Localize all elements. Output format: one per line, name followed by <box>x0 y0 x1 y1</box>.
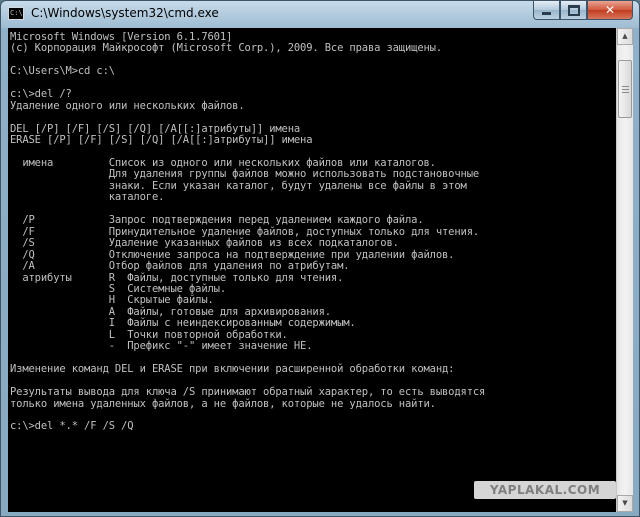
minimize-button[interactable] <box>533 1 560 20</box>
title-bar[interactable]: C:\ C:\Windows\system32\cmd.exe ✕ <box>1 1 639 28</box>
cmd-app-icon[interactable]: C:\ <box>8 7 24 20</box>
scroll-up-button[interactable]: ▲ <box>617 28 633 45</box>
maximize-button[interactable] <box>560 1 587 20</box>
grip-icon <box>622 86 629 87</box>
arrow-down-icon: ▼ <box>622 499 628 507</box>
console-line: - Префикс "-" имеет значение НЕ. <box>10 340 313 353</box>
console-line: Изменение команд DEL и ERASE при включен… <box>10 363 455 376</box>
grip-icon <box>622 89 629 90</box>
console-line: ERASE [/P] [/F] [/S] [/Q] [/A[[:]атрибут… <box>10 134 313 147</box>
console-line: Результаты вывода для ключа /S принимают… <box>10 386 486 399</box>
window-title: C:\Windows\system32\cmd.exe <box>31 6 219 20</box>
console-line: DEL [/P] [/F] [/S] [/Q] [/A[[:]атрибуты]… <box>10 122 301 135</box>
console-line: c:\>del *.* /F /S /Q <box>10 420 134 433</box>
console-line: атрибуты R Файлы, доступные только для ч… <box>10 271 344 284</box>
grip-icon <box>622 92 629 93</box>
console-line: S Системные файлы. <box>10 282 227 295</box>
console-line: имена Список из одного или нескольких фа… <box>10 156 436 169</box>
console-line: L Точки повторной обработки. <box>10 328 288 341</box>
scroll-thumb[interactable] <box>618 60 632 118</box>
console-line: C:\Users\M>cd c:\ <box>10 65 115 78</box>
console-line: только имена удаленных файлов, а не файл… <box>10 397 436 410</box>
console-line: /P Запрос подтверждения перед удалением … <box>10 214 424 227</box>
console-text: Microsoft Windows [Version 6.1.7601] (c)… <box>8 28 616 433</box>
minimize-icon <box>542 11 551 15</box>
caption-buttons: ✕ <box>533 1 633 21</box>
arrow-up-icon: ▲ <box>622 32 628 40</box>
console-line: Microsoft Windows [Version 6.1.7601] <box>10 31 233 43</box>
vertical-scrollbar[interactable]: ▲ ▼ <box>616 28 633 512</box>
console-line: c:\>del /? <box>10 88 72 101</box>
console-line: H Скрытые файлы. <box>10 294 214 307</box>
console-line: I Файлы с неиндексированным содержимым. <box>10 317 356 330</box>
console-line: (c) Корпорация Майкрософт (Microsoft Cor… <box>10 42 443 55</box>
close-button[interactable]: ✕ <box>587 1 633 20</box>
maximize-icon <box>567 4 580 16</box>
console-line: знаки. Если указан каталог, будут удален… <box>10 179 467 192</box>
console-line: /F Принудительное удаление файлов, досту… <box>10 225 480 238</box>
console-line: Для удаления группы файлов можно использ… <box>10 168 480 181</box>
watermark: YAPLAKAL.COM <box>474 481 616 499</box>
console-line: A Файлы, готовые для архивирования. <box>10 305 331 318</box>
close-icon: ✕ <box>604 3 616 17</box>
cmd-window: C:\ C:\Windows\system32\cmd.exe ✕ Micros… <box>0 0 640 517</box>
console-line: /Q Отключение запроса на подтверждение п… <box>10 248 455 261</box>
console-line: /S Удаление указанных файлов из всех под… <box>10 237 399 250</box>
console-line: Удаление одного или нескольких файлов. <box>10 99 245 112</box>
console-output[interactable]: Microsoft Windows [Version 6.1.7601] (c)… <box>8 28 616 512</box>
console-line: каталоге. <box>10 191 165 204</box>
console-line: /A Отбор файлов для удаления по атрибута… <box>10 260 350 273</box>
scroll-down-button[interactable]: ▼ <box>617 495 633 512</box>
